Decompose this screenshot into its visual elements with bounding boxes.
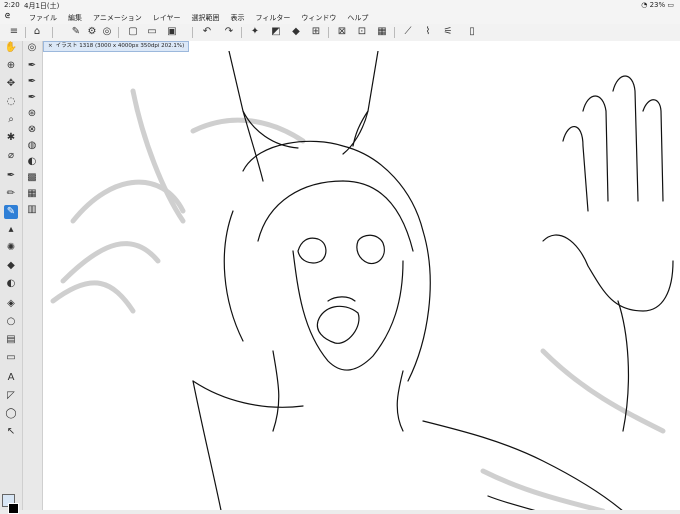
battery-icon: ▭	[667, 1, 674, 9]
open-folder-icon[interactable]: ▭	[146, 26, 158, 38]
menu-animation[interactable]: アニメーション	[93, 13, 142, 23]
pen-subtool-icon[interactable]: ◍	[25, 139, 39, 153]
status-bar: 2:20 4月1日(土) ◔ 23% ▭	[0, 0, 680, 11]
airbrush-icon[interactable]: ▴	[4, 223, 18, 237]
divider	[241, 27, 242, 38]
clear-icon[interactable]: ✦	[249, 26, 261, 38]
left-panel: ✋ ⊕ ✥ ◌ ⌕ ✱ ⌀ ✒ ✏ ✎ ▴ ✺ ◆ ◐ ◈ ○ ▤ ▭ A ◸ …	[0, 41, 23, 514]
settings-icon[interactable]: ⚙	[86, 26, 98, 38]
pen-subtool-icon[interactable]: ⊗	[25, 123, 39, 137]
pen-subtool-icon[interactable]: ✒	[25, 75, 39, 89]
canvas-area[interactable]: × イラスト 1318 (3000 x 4000px 350dpi 202.1%…	[43, 41, 680, 510]
status-right: ◔ 23% ▭	[641, 1, 674, 9]
divider	[394, 27, 395, 38]
gradient-icon[interactable]: ▤	[4, 333, 18, 347]
menu-edit[interactable]: 編集	[68, 13, 82, 23]
menu-bar: ᘓ ファイル 編集 アニメーション レイヤー 選択範囲 表示 フィルター ウィン…	[0, 11, 680, 24]
pencil-icon[interactable]: ✏	[4, 187, 18, 201]
ruler-icon[interactable]: ⟋	[402, 26, 414, 38]
pen-subtool-icon[interactable]: ◐	[25, 155, 39, 169]
app-logo-icon[interactable]: ᘓ	[5, 12, 10, 21]
command-bar: ≡ ⌂ ✎ ⚙ ◎ ▢ ▭ ▣ ↶ ↷ ✦ ◩ ◆ ⊞ ⊠ ⊡ ▦ ⟋ ⌇ ⚟ …	[0, 24, 680, 42]
divider	[328, 27, 329, 38]
snap-icon[interactable]: ⌇	[422, 26, 434, 38]
new-file-icon[interactable]: ▢	[127, 26, 139, 38]
color-swatches[interactable]	[2, 494, 19, 514]
transform-icon[interactable]: ⊞	[310, 26, 322, 38]
save-icon[interactable]: ▣	[166, 26, 178, 38]
divider	[192, 27, 193, 38]
pen-subtool-icon[interactable]: ✒	[25, 59, 39, 73]
pen-subtool-icon[interactable]: ▦	[25, 187, 39, 201]
pen-subtool-icon[interactable]: ▩	[25, 171, 39, 185]
status-date: 4月1日(土)	[24, 2, 60, 10]
frame-icon[interactable]: ▭	[4, 351, 18, 365]
text-icon[interactable]: A	[4, 371, 18, 385]
show-selection-icon[interactable]: ▦	[376, 26, 388, 38]
divider	[25, 27, 26, 38]
fill-icon[interactable]: ◩	[270, 26, 282, 38]
menu-layer[interactable]: レイヤー	[153, 13, 181, 23]
speech-balloon-icon[interactable]: ◯	[4, 407, 18, 421]
menu-file[interactable]: ファイル	[29, 13, 57, 23]
menu-help[interactable]: ヘルプ	[347, 13, 368, 23]
sub-color-swatch[interactable]	[8, 503, 19, 514]
fill-tool-icon[interactable]: ◈	[4, 297, 18, 311]
close-icon[interactable]: ×	[48, 42, 53, 51]
brush-settings-icon[interactable]: ✎	[70, 26, 82, 38]
lasso-icon[interactable]: ◌	[4, 95, 18, 109]
status-time: 2:20	[4, 1, 20, 9]
menu-icon[interactable]: ≡	[8, 26, 20, 38]
magnifier-icon[interactable]: ⌕	[4, 113, 18, 127]
menu-window[interactable]: ウィンドウ	[301, 13, 336, 23]
invert-selection-icon[interactable]: ⊡	[356, 26, 368, 38]
pen-subtool-icon[interactable]: ▥	[25, 203, 39, 217]
bucket-icon[interactable]: ◆	[290, 26, 302, 38]
pen-subtool-icon[interactable]: ✒	[25, 91, 39, 105]
redo-icon[interactable]: ↷	[223, 26, 235, 38]
eyedropper-icon[interactable]: ⌀	[4, 149, 18, 163]
pen-subtool-icon[interactable]: ⊛	[25, 107, 39, 121]
divider	[118, 27, 119, 38]
hand-icon[interactable]: ✋	[4, 41, 18, 55]
undo-icon[interactable]: ↶	[201, 26, 213, 38]
balloon-icon[interactable]: ◸	[4, 389, 18, 403]
home-icon[interactable]: ⌂	[31, 26, 43, 38]
pen-icon[interactable]: ✒	[4, 169, 18, 183]
menu-filter[interactable]: フィルター	[256, 13, 291, 23]
sub-tool-panel: ◎ ✒ ✒ ✒ ⊛ ⊗ ◍ ◐ ▩ ▦ ▥	[23, 41, 43, 510]
menu-selection[interactable]: 選択範囲	[192, 13, 220, 23]
wifi-icon: ◔	[641, 1, 648, 9]
symmetry-icon[interactable]: ⚟	[442, 26, 454, 38]
zoom-icon[interactable]: ⊕	[4, 59, 18, 73]
clip-icon[interactable]: ◎	[101, 26, 113, 38]
move-icon[interactable]: ✥	[4, 77, 18, 91]
magic-wand-icon[interactable]: ✱	[4, 131, 18, 145]
shape-icon[interactable]: ○	[4, 315, 18, 329]
smartphone-icon[interactable]: ▯	[466, 26, 478, 38]
blend-icon[interactable]: ◐	[4, 277, 18, 291]
correct-line-icon[interactable]: ↖	[4, 425, 18, 439]
menu-items: ファイル 編集 アニメーション レイヤー 選択範囲 表示 フィルター ウィンドウ…	[29, 13, 368, 23]
document-title: イラスト 1318 (3000 x 4000px 350dpi 202.1%)	[55, 43, 185, 49]
sketch-artwork	[50, 51, 674, 510]
menu-view[interactable]: 表示	[231, 13, 245, 23]
tool-group-icon[interactable]: ◎	[25, 41, 39, 55]
deselect-icon[interactable]: ⊠	[336, 26, 348, 38]
battery-percent: 23%	[649, 1, 666, 9]
eraser-icon[interactable]: ◆	[4, 259, 18, 273]
decoration-icon[interactable]: ✺	[4, 241, 18, 255]
brush-icon[interactable]: ✎	[4, 205, 18, 219]
divider	[52, 27, 53, 38]
